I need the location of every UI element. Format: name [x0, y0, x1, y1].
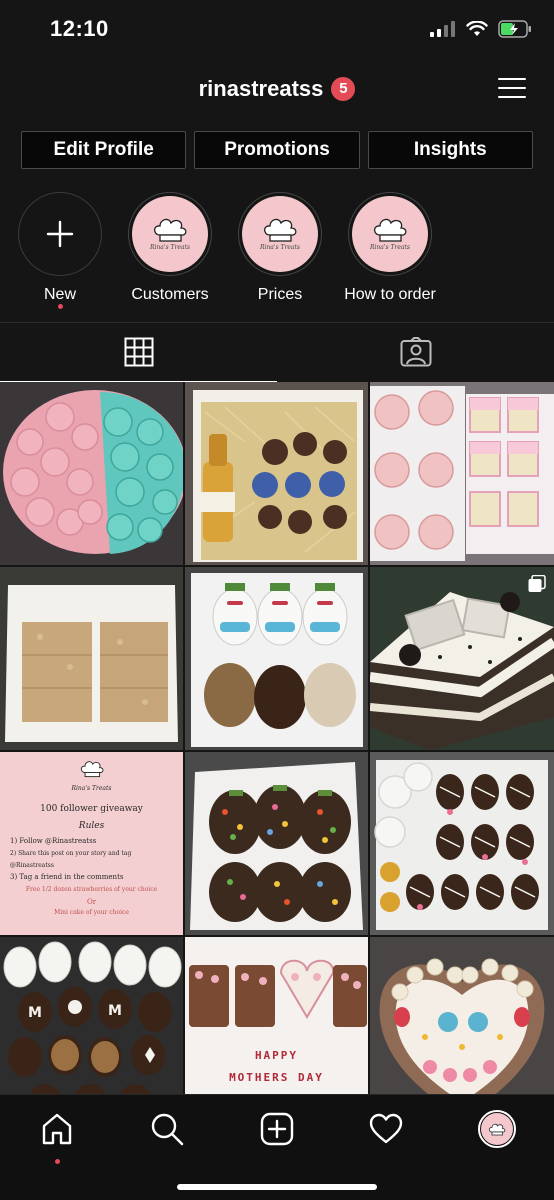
highlight-prices[interactable]: Rina's Treats Prices: [238, 192, 322, 304]
promotions-button[interactable]: Promotions: [194, 131, 360, 169]
status-bar: 12:10: [0, 0, 554, 62]
roses-strawberries-image: [370, 752, 554, 935]
mom-strawberries-image: M M: [0, 937, 183, 1120]
post-thumbnail-giveaway[interactable]: Rina's Treats 100 follower giveaway Rule…: [0, 752, 183, 935]
home-indicator[interactable]: [177, 1184, 377, 1190]
oreo-cake-image: [370, 567, 554, 750]
tagged-person-icon: [400, 337, 431, 367]
mothers-day-cakes-image: [185, 937, 368, 1120]
post-thumbnail-truffle-box[interactable]: [185, 382, 368, 565]
nav-profile[interactable]: [477, 1109, 517, 1149]
post-thumbnail-heart-cake[interactable]: [370, 937, 554, 1120]
insights-button[interactable]: Insights: [367, 131, 533, 169]
post-thumbnail-mom-strawberries[interactable]: M M: [0, 937, 183, 1120]
highlight-new[interactable]: New: [18, 192, 102, 309]
post-thumbnail-churro-bars[interactable]: [0, 567, 183, 750]
highlight-label: How to order: [344, 286, 436, 303]
nav-create[interactable]: [257, 1109, 297, 1149]
rosette-cake-image: [0, 382, 183, 565]
mothers-day-line-2: MOTHERS DAY: [229, 1071, 324, 1084]
post-thumbnail-cereal-strawberries[interactable]: [185, 752, 368, 935]
tab-posts-grid[interactable]: [0, 323, 277, 382]
post-thumbnail-character-strawberries[interactable]: [185, 567, 368, 750]
new-post-icon: [260, 1112, 294, 1146]
churro-bars-image: [0, 567, 183, 750]
post-thumbnail-rosette-cake[interactable]: [0, 382, 183, 565]
profile-actions: Edit Profile Promotions Insights: [21, 131, 533, 169]
notification-badge: 5: [331, 77, 356, 101]
giveaway-title: 100 follower giveaway: [40, 803, 143, 814]
post-thumbnail-roses-strawberries[interactable]: [370, 752, 554, 935]
chef-hat-logo-icon: Rina's Treats: [10, 760, 173, 795]
prize-2: Mini cake of your choice: [54, 908, 129, 916]
plus-icon: [46, 220, 74, 248]
wifi-icon: [466, 21, 488, 36]
chef-hat-logo-icon: Rina's Treats: [132, 196, 208, 272]
prize-or: Or: [86, 897, 97, 906]
heart-icon: [369, 1113, 403, 1144]
profile-tabs: [0, 322, 554, 382]
svg-text:M: M: [108, 1003, 122, 1019]
rules-heading: Rules: [78, 820, 105, 831]
svg-text:M: M: [28, 1005, 42, 1021]
edit-profile-button[interactable]: Edit Profile: [21, 131, 187, 169]
brand-caption: Rina's Treats: [71, 785, 112, 793]
post-thumbnail-mothers-day-cakes[interactable]: HAPPY MOTHERS DAY: [185, 937, 368, 1120]
highlight-how-to-order[interactable]: Rina's Treats How to order: [344, 192, 436, 304]
nav-home[interactable]: [37, 1109, 77, 1164]
status-icons: [430, 20, 532, 38]
new-indicator-dot: [57, 304, 63, 309]
home-icon: [42, 1113, 72, 1145]
grid-icon: [124, 337, 153, 367]
avatar: [478, 1110, 516, 1148]
prize-1: Free 1/2 dozen strawberries of your choi…: [25, 886, 158, 894]
account-switcher[interactable]: rinastreatss 5: [199, 76, 356, 102]
profile-header: rinastreatss 5: [0, 62, 554, 118]
story-highlights: New Rina's Treats Customers Rina's Treat…: [18, 192, 436, 309]
rule-2: 2) Share this post on your story and tag…: [10, 850, 132, 869]
nav-activity[interactable]: [366, 1109, 406, 1149]
cereal-strawberries-image: [185, 752, 368, 935]
character-strawberries-image: [185, 567, 368, 750]
signal-icon: [430, 21, 455, 37]
nav-search[interactable]: [147, 1109, 187, 1149]
multiple-photos-icon: [528, 575, 546, 592]
chef-hat-logo-icon: [488, 1123, 506, 1135]
status-time: 12:10: [50, 16, 109, 41]
username: rinastreatss: [198, 76, 324, 101]
home-activity-dot: [55, 1159, 60, 1164]
post-thumbnail-oreo-cake-slice[interactable]: [370, 567, 554, 750]
highlight-customers[interactable]: Rina's Treats Customers: [128, 192, 212, 304]
cupcakes-treats-image: [370, 382, 554, 565]
heart-cake-image: [370, 937, 554, 1120]
posts-grid: Rina's Treats 100 follower giveaway Rule…: [0, 382, 554, 1120]
search-icon: [151, 1113, 184, 1146]
chef-hat-logo-icon: Rina's Treats: [352, 196, 428, 272]
highlight-label: Customers: [131, 286, 209, 303]
chef-hat-logo-icon: Rina's Treats: [242, 196, 318, 272]
menu-icon[interactable]: [498, 76, 526, 100]
mothers-day-line-1: HAPPY: [254, 1049, 299, 1062]
highlight-label: Prices: [257, 286, 303, 303]
truffle-box-image: [185, 382, 368, 565]
post-thumbnail-cupcakes-treats[interactable]: [370, 382, 554, 565]
rule-1: 1) Follow @Rinastreatss: [10, 836, 97, 845]
tab-tagged[interactable]: [277, 323, 554, 381]
highlight-label: New: [43, 286, 76, 303]
battery-charging-icon: [498, 20, 531, 38]
rule-3: 3) Tag a friend in the comments: [10, 872, 124, 881]
